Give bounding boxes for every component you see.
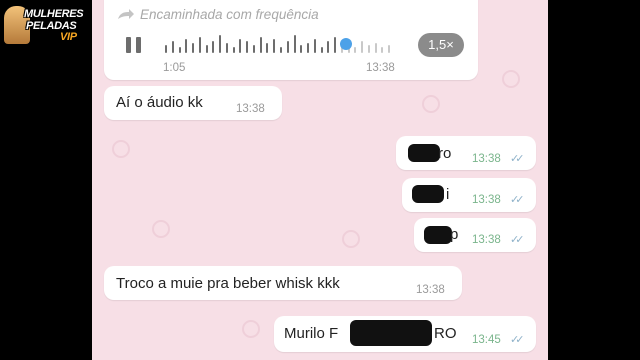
waveform-bar: [259, 37, 262, 53]
waveform-bar: [192, 43, 195, 53]
waveform-bar: [171, 41, 174, 53]
message-time: 13:45: [472, 334, 501, 346]
waveform-bar: [232, 47, 235, 53]
waveform-bar: [334, 37, 337, 53]
waveform-bar: [273, 39, 276, 53]
wallpaper-doodle: [342, 230, 360, 248]
waveform-bar: [280, 47, 282, 53]
waveform-bar: [178, 47, 181, 53]
redacted-text: [350, 320, 432, 346]
message-time: 13:38: [472, 153, 501, 165]
message-time: 13:38: [366, 62, 395, 74]
wallpaper-doodle: [112, 140, 130, 158]
wallpaper-doodle: [242, 320, 260, 338]
waveform-bar: [320, 47, 323, 53]
redacted-text: [408, 144, 440, 162]
forwarded-icon: [118, 9, 134, 19]
waveform-bar: [212, 41, 215, 53]
read-receipt-icon: ✓✓: [510, 153, 525, 165]
left-letterbox: [0, 0, 92, 360]
message-text: ro: [438, 145, 452, 162]
waveform-bar: [198, 37, 201, 53]
watermark-logo: MULHERES PELADAS VIP: [2, 4, 90, 44]
waveform-bar: [165, 45, 167, 53]
waveform-bar: [239, 39, 242, 53]
playback-scrubber[interactable]: [340, 38, 352, 50]
message-time: 13:38: [416, 284, 445, 296]
message-time: 13:38: [236, 103, 265, 115]
message-time: 13:38: [472, 194, 501, 206]
waveform-bar: [361, 41, 364, 53]
waveform-bar: [354, 47, 357, 53]
waveform-bar: [374, 43, 377, 53]
waveform-bar: [266, 43, 269, 53]
redacted-text: [412, 185, 444, 203]
playback-speed-button[interactable]: 1,5×: [418, 33, 464, 57]
voice-elapsed: 1:05: [163, 62, 186, 74]
waveform-bar: [286, 41, 289, 53]
read-receipt-icon: ✓✓: [510, 234, 525, 246]
redacted-text: [424, 226, 452, 244]
waveform-bar: [219, 35, 222, 53]
right-letterbox: [548, 0, 640, 360]
read-receipt-icon: ✓✓: [510, 334, 525, 346]
waveform-bar: [246, 41, 249, 53]
message-text: Aí o áudio kk: [116, 94, 203, 111]
audio-waveform[interactable]: [165, 34, 395, 56]
logo-line-1: MULHERES: [24, 8, 84, 20]
pause-button[interactable]: [126, 37, 144, 53]
waveform-bar: [367, 45, 370, 53]
waveform-bar: [307, 43, 310, 53]
waveform-bar: [252, 45, 255, 53]
logo-line-3: VIP: [60, 31, 77, 43]
waveform-bar: [225, 43, 228, 53]
wallpaper-doodle: [502, 70, 520, 88]
waveform-bar: [300, 45, 303, 53]
message-time: 13:38: [472, 234, 501, 246]
message-text-start: Murilo F: [284, 325, 339, 342]
pause-icon-bar: [136, 37, 141, 53]
message-text: p: [450, 226, 459, 243]
waveform-bar: [327, 41, 330, 53]
waveform-bar: [381, 47, 384, 53]
wallpaper-doodle: [152, 220, 170, 238]
message-text-end: RO: [434, 325, 457, 342]
pause-icon-bar: [126, 37, 131, 53]
forwarded-label: Encaminhada com frequência: [140, 7, 319, 22]
waveform-bar: [185, 39, 188, 53]
waveform-bar: [293, 35, 296, 53]
wallpaper-doodle: [422, 95, 440, 113]
waveform-bar: [313, 39, 316, 53]
message-text: i: [446, 186, 450, 203]
message-text: Troco a muie pra beber whisk kkk: [116, 275, 340, 292]
waveform-bar: [388, 45, 391, 53]
read-receipt-icon: ✓✓: [510, 194, 525, 206]
waveform-bar: [205, 45, 208, 53]
